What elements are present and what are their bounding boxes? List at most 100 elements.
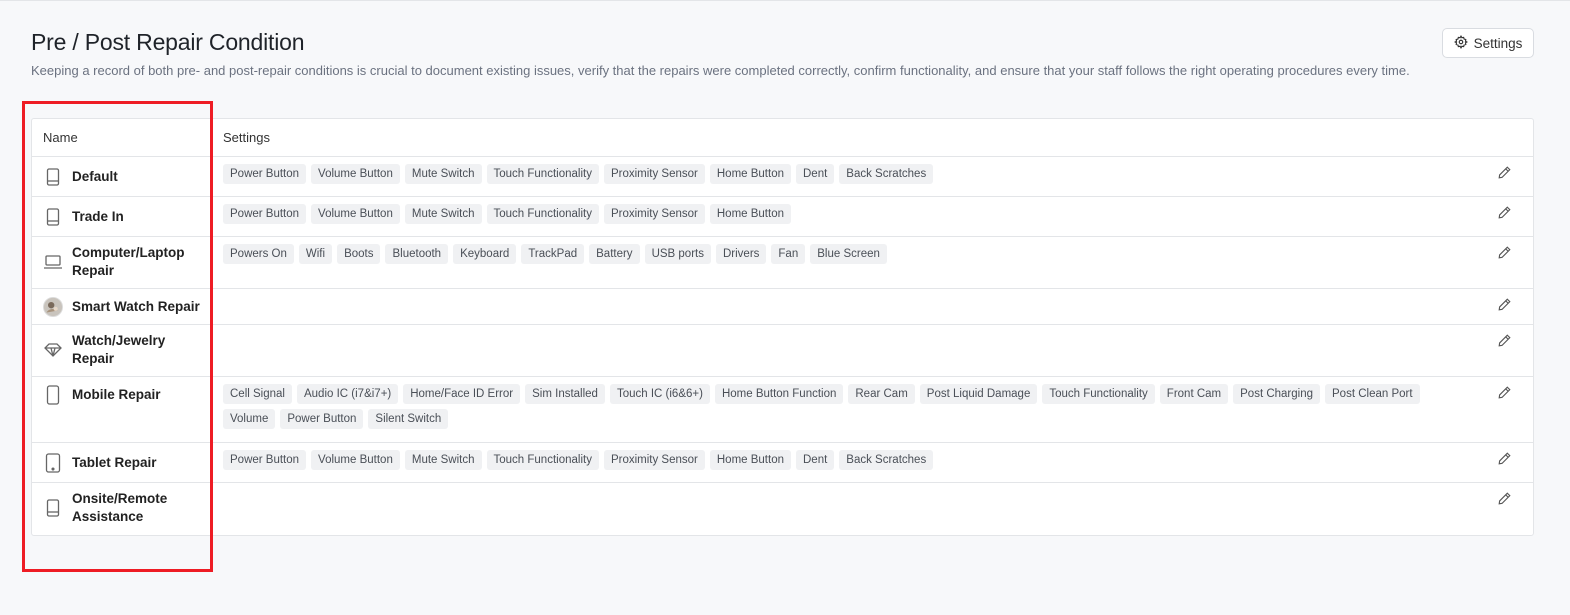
top-divider	[0, 0, 1570, 1]
setting-tag: Home/Face ID Error	[403, 384, 521, 404]
row-name-cell: Smart Watch Repair	[43, 297, 200, 317]
setting-tag: Power Button	[223, 450, 307, 470]
row-settings-tags: Powers On Wifi Boots Bluetooth Keyboard Track…	[223, 244, 1473, 264]
setting-tag: Home Button	[709, 164, 791, 184]
row-name-cell: Onsite/Remote Assistance	[43, 490, 177, 526]
row-name-cell: Default	[43, 167, 118, 187]
row-name-label: Watch/Jewelry Repair	[72, 333, 166, 366]
pencil-icon[interactable]	[1498, 334, 1512, 348]
row-name-label: Default	[72, 169, 118, 184]
row-name-label: Mobile Repair	[72, 387, 161, 402]
setting-tag: Power Button	[280, 409, 364, 429]
pencil-icon[interactable]	[1498, 206, 1512, 220]
setting-tag: Audio IC (i7&i7+)	[296, 384, 399, 404]
row-name-cell: Mobile Repair	[43, 385, 161, 405]
conditions-table: Name Settings Default Power Button Volume …	[31, 118, 1534, 536]
setting-tag: Home Button	[709, 204, 791, 224]
tablet-device-icon	[43, 453, 63, 473]
tablet-icon	[43, 498, 63, 518]
setting-tag: Drivers	[715, 244, 767, 264]
setting-tag: Power Button	[223, 164, 307, 184]
gear-icon	[1453, 34, 1468, 52]
setting-tag: Touch Functionality	[486, 450, 599, 470]
row-settings-tags: Power Button Volume Button Mute Switch Touc…	[223, 164, 1473, 184]
table-row: Default Power Button Volume Button Mute Swi…	[32, 157, 1533, 197]
row-name-cell: Watch/Jewelry Repair	[43, 332, 177, 368]
setting-tag: Fan	[771, 244, 806, 264]
setting-tag: Post Charging	[1233, 384, 1320, 404]
setting-tag: Wifi	[298, 244, 333, 264]
mobile-icon	[43, 385, 63, 405]
setting-tag: Boots	[337, 244, 381, 264]
avatar-icon	[43, 297, 63, 317]
setting-tag: Back Scratches	[839, 164, 934, 184]
setting-tag: USB ports	[644, 244, 711, 264]
setting-tag: Touch Functionality	[486, 164, 599, 184]
pencil-icon[interactable]	[1498, 298, 1512, 312]
setting-tag: Mute Switch	[404, 204, 482, 224]
row-name-label: Trade In	[72, 209, 124, 224]
row-name-label: Tablet Repair	[72, 455, 157, 470]
pencil-icon[interactable]	[1498, 492, 1512, 506]
table-row: Tablet Repair Power Button Volume Button Mu…	[32, 443, 1533, 483]
setting-tag: Dent	[796, 164, 835, 184]
table-row: Smart Watch Repair	[32, 289, 1533, 325]
table-row: Computer/Laptop Repair Powers On Wifi Boots…	[32, 237, 1533, 289]
row-name-cell: Tablet Repair	[43, 453, 157, 473]
pencil-icon[interactable]	[1498, 166, 1512, 180]
pencil-icon[interactable]	[1498, 246, 1512, 260]
table-row: Onsite/Remote Assistance	[32, 483, 1533, 536]
setting-tag: Home Button	[709, 450, 791, 470]
setting-tag: Back Scratches	[839, 450, 934, 470]
setting-tag: Post Liquid Damage	[919, 384, 1038, 404]
setting-tag: Dent	[796, 450, 835, 470]
setting-tag: Sim Installed	[525, 384, 605, 404]
setting-tag: Silent Switch	[368, 409, 449, 429]
setting-tag: TrackPad	[521, 244, 585, 264]
row-settings-tags: Cell Signal Audio IC (i7&i7+) Home/Face ID…	[223, 384, 1473, 429]
setting-tag: Home Button Function	[714, 384, 844, 404]
table-row: Watch/Jewelry Repair	[32, 325, 1533, 377]
setting-tag: Bluetooth	[385, 244, 449, 264]
row-settings-tags: Power Button Volume Button Mute Switch Touc…	[223, 204, 1473, 224]
column-header-name: Name	[43, 130, 78, 145]
diamond-icon	[43, 340, 63, 360]
setting-tag: Touch Functionality	[1042, 384, 1155, 404]
page-title: Pre / Post Repair Condition	[31, 29, 305, 55]
row-name-label: Smart Watch Repair	[72, 299, 200, 314]
setting-tag: Cell Signal	[223, 384, 292, 404]
setting-tag: Front Cam	[1159, 384, 1229, 404]
setting-tag: Proximity Sensor	[603, 164, 705, 184]
setting-tag: Keyboard	[453, 244, 517, 264]
setting-tag: Powers On	[223, 244, 294, 264]
setting-tag: Proximity Sensor	[603, 450, 705, 470]
tablet-icon	[43, 167, 63, 187]
column-header-settings: Settings	[223, 130, 270, 145]
settings-button-label: Settings	[1473, 35, 1523, 51]
setting-tag: Battery	[589, 244, 640, 264]
setting-tag: Mute Switch	[404, 450, 482, 470]
setting-tag: Post Clean Port	[1325, 384, 1420, 404]
setting-tag: Proximity Sensor	[603, 204, 705, 224]
row-name-label: Onsite/Remote Assistance	[72, 491, 168, 524]
setting-tag: Volume Button	[311, 450, 400, 470]
setting-tag: Volume	[223, 409, 276, 429]
row-settings-tags: Power Button Volume Button Mute Switch Touc…	[223, 450, 1473, 470]
setting-tag: Volume Button	[311, 164, 400, 184]
setting-tag: Touch Functionality	[486, 204, 599, 224]
row-name-label: Computer/Laptop Repair	[72, 245, 185, 278]
table-row: Mobile Repair Cell Signal Audio IC (i7&i7+…	[32, 377, 1533, 443]
tablet-icon	[43, 207, 63, 227]
table-row: Trade In Power Button Volume Button Mute Sw…	[32, 197, 1533, 237]
settings-button[interactable]: Settings	[1442, 28, 1534, 58]
setting-tag: Rear Cam	[848, 384, 915, 404]
row-name-cell: Trade In	[43, 207, 124, 227]
setting-tag: Power Button	[223, 204, 307, 224]
laptop-icon	[43, 252, 63, 272]
setting-tag: Volume Button	[311, 204, 400, 224]
page-description: Keeping a record of both pre- and post-r…	[31, 63, 1410, 78]
pencil-icon[interactable]	[1498, 386, 1512, 400]
pencil-icon[interactable]	[1498, 452, 1512, 466]
table-header: Name Settings	[32, 119, 1533, 157]
setting-tag: Mute Switch	[404, 164, 482, 184]
